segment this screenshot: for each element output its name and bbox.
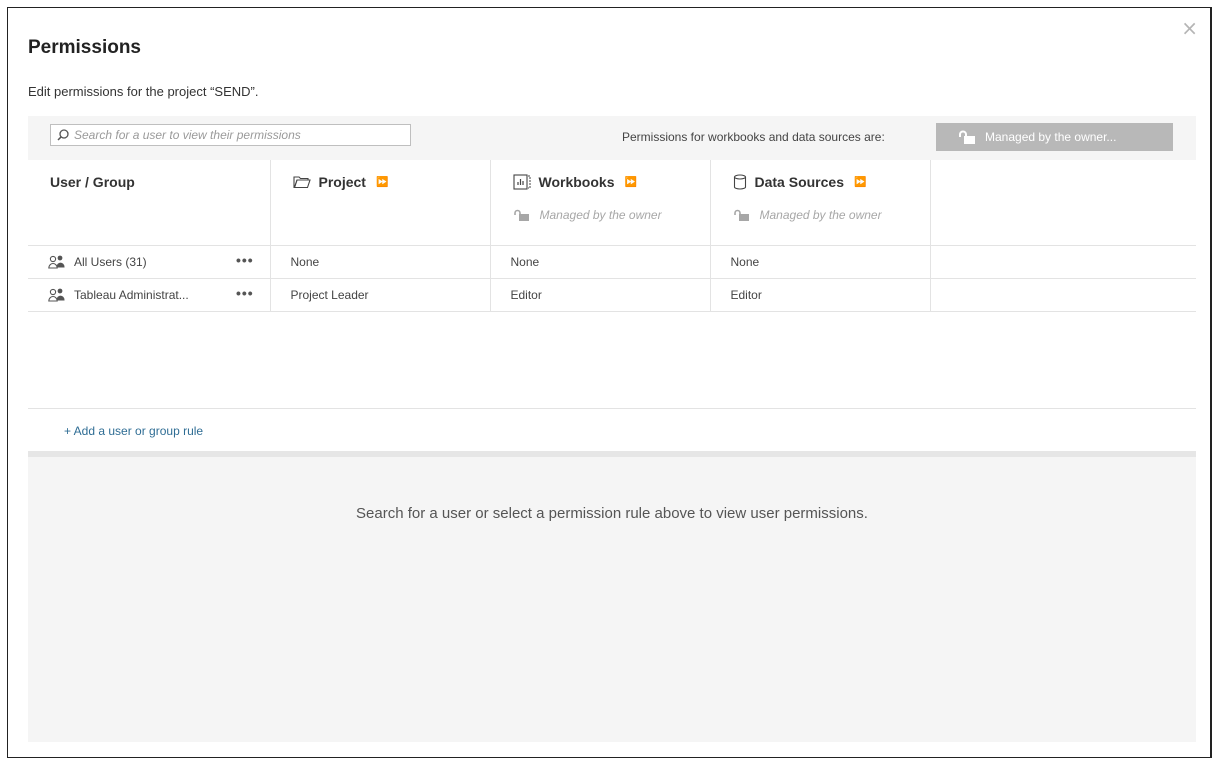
managed-button-label: Managed by the owner...: [985, 130, 1117, 144]
project-permission-cell[interactable]: None: [270, 245, 491, 279]
data-sources-managed-note: Managed by the owner: [733, 208, 930, 222]
database-icon: [733, 174, 747, 190]
workbooks-permission-cell[interactable]: Editor: [490, 278, 711, 312]
managed-note-label: Managed by the owner: [539, 208, 662, 222]
permissions-table: User / Group Project ⏩ Workbooks ⏩ Manag…: [28, 160, 1196, 312]
table-row[interactable]: All Users (31) ••• None None None: [28, 245, 1196, 279]
permissions-toolbar: Permissions for workbooks and data sourc…: [28, 116, 1196, 160]
rules-empty-area: [28, 310, 1196, 409]
more-icon[interactable]: •••: [236, 285, 254, 301]
data-sources-permission-cell[interactable]: None: [710, 245, 931, 279]
user-group-name: Tableau Administrat...: [74, 287, 189, 302]
unlock-icon: [959, 130, 975, 144]
add-rule-link[interactable]: + Add a user or group rule: [64, 424, 203, 438]
unlock-icon: [513, 209, 529, 221]
workbook-icon: [512, 174, 531, 190]
close-icon[interactable]: ×: [1181, 18, 1198, 38]
unlock-icon: [733, 209, 749, 221]
user-group-cell[interactable]: Tableau Administrat... •••: [28, 278, 271, 312]
header-user-group: User / Group: [28, 160, 271, 246]
header-workbooks[interactable]: Workbooks ⏩ Managed by the owner: [490, 160, 711, 246]
header-empty: [930, 160, 1196, 246]
group-icon: [48, 255, 65, 269]
search-box[interactable]: [50, 124, 411, 146]
dialog-title: Permissions: [28, 37, 141, 58]
expand-icon[interactable]: ⏩: [854, 177, 867, 188]
project-permission-cell[interactable]: Project Leader: [270, 278, 491, 312]
permissions-label: Permissions for workbooks and data sourc…: [622, 130, 885, 144]
search-icon: [57, 129, 69, 141]
data-sources-permission-cell[interactable]: Editor: [710, 278, 931, 312]
expand-icon[interactable]: ⏩: [624, 177, 637, 188]
table-row[interactable]: Tableau Administrat... ••• Project Leade…: [28, 278, 1196, 312]
managed-note-label: Managed by the owner: [759, 208, 882, 222]
workbooks-permission-cell[interactable]: None: [490, 245, 711, 279]
empty-cell: [930, 245, 1196, 279]
user-group-name: All Users (31): [74, 254, 147, 269]
user-permissions-panel: Search for a user or select a permission…: [28, 451, 1196, 742]
group-icon: [48, 288, 65, 302]
more-icon[interactable]: •••: [236, 252, 254, 268]
header-workbooks-label: Workbooks: [538, 174, 615, 190]
permissions-dialog: × Permissions Edit permissions for the p…: [7, 7, 1212, 758]
header-user-group-label: User / Group: [50, 174, 135, 190]
managed-by-owner-button[interactable]: Managed by the owner...: [936, 123, 1173, 151]
header-data-sources-label: Data Sources: [754, 174, 844, 190]
user-permissions-message: Search for a user or select a permission…: [356, 505, 868, 522]
dialog-subtitle: Edit permissions for the project “SEND”.: [28, 84, 259, 99]
search-input[interactable]: [74, 126, 404, 144]
header-data-sources[interactable]: Data Sources ⏩ Managed by the owner: [710, 160, 931, 246]
workbooks-managed-note: Managed by the owner: [513, 208, 710, 222]
user-group-cell[interactable]: All Users (31) •••: [28, 245, 271, 279]
folder-icon: [292, 175, 311, 189]
header-project[interactable]: Project ⏩: [270, 160, 491, 246]
empty-cell: [930, 278, 1196, 312]
header-project-label: Project: [318, 174, 366, 190]
expand-icon[interactable]: ⏩: [376, 177, 389, 188]
